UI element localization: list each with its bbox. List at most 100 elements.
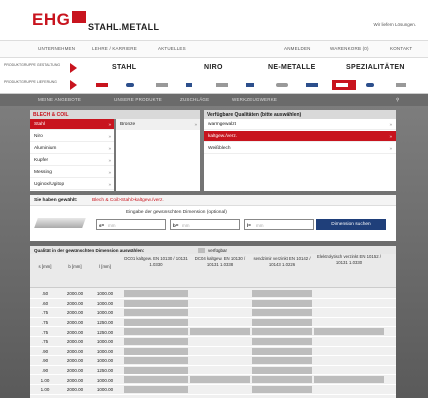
table-row[interactable]: .90 2000.00 1250.00	[30, 366, 396, 376]
nav-link-aktuelles[interactable]: AKTUELLES	[158, 46, 186, 51]
column-header-l: l [mm]	[99, 264, 111, 269]
panel-header: BLECH & COIL	[30, 110, 200, 119]
subnav-zuschlaege[interactable]: ZUSCHLÄGE	[180, 97, 209, 102]
product-icon-hohl[interactable]	[302, 80, 326, 90]
input-prefix: b=	[173, 222, 179, 228]
list-item-niro[interactable]: Niro »	[30, 131, 114, 142]
product-icon-row: PRODUKTGRUPPE LIEFERUNG	[0, 76, 428, 94]
availability-cell[interactable]	[124, 290, 188, 297]
logo-text[interactable]: EHG	[32, 10, 70, 30]
availability-cell[interactable]	[124, 347, 188, 355]
list-item-kaltgew[interactable]: kaltgew./verz. »	[204, 131, 396, 142]
availability-cell[interactable]	[124, 376, 188, 384]
product-icon-traeger[interactable]	[242, 80, 266, 90]
table-row[interactable]: .75 2000.00 1000.00	[30, 308, 396, 318]
table-cell-b: 2000.00	[66, 329, 84, 335]
availability-cell[interactable]	[252, 309, 312, 317]
availability-cell[interactable]	[252, 386, 312, 393]
nav-link-warenkorb[interactable]: WARENKORB (0)	[330, 46, 369, 51]
list-item-aluminium[interactable]: Aluminium »	[30, 143, 114, 154]
product-icon-draht[interactable]	[362, 80, 386, 90]
selection-path[interactable]: Blech & Coil>Stahl>kaltgew./verz.	[92, 198, 164, 203]
availability-cell[interactable]	[124, 318, 188, 326]
sub-navigation: MEINE ANGEBOTE UNSERE PRODUKTE ZUSCHLÄGE…	[0, 94, 428, 106]
arrow-icon	[70, 80, 77, 90]
thickness-input[interactable]: s= mm	[96, 219, 166, 230]
availability-cell[interactable]	[124, 357, 188, 365]
arrow-icon	[70, 63, 77, 73]
table-row[interactable]: .50 2000.00 1000.00	[30, 289, 396, 299]
table-row[interactable]: 1.00 2000.00 1000.00	[30, 375, 396, 385]
availability-cell[interactable]	[124, 328, 188, 336]
tab-niro[interactable]: NIRO	[204, 64, 223, 71]
product-icon-winkel[interactable]	[182, 80, 206, 90]
chevron-right-icon: »	[108, 122, 111, 127]
list-item-warmgewalzt[interactable]: warmgewalzt »	[204, 119, 396, 130]
availability-cell[interactable]	[124, 309, 188, 317]
list-item-kupfer[interactable]: Kupfer »	[30, 155, 114, 166]
width-input[interactable]: b= mm	[170, 219, 240, 230]
table-row[interactable]: .90 2000.00 1000.00	[30, 347, 396, 357]
availability-cell[interactable]	[252, 347, 312, 355]
product-icon-profil[interactable]	[212, 80, 236, 90]
product-icon-sonstiges[interactable]	[392, 80, 416, 90]
tab-spezialitaeten[interactable]: SPEZIALITÄTEN	[346, 64, 405, 71]
subnav-werkzeugwerke[interactable]: WERKZEUGWERKE	[232, 97, 277, 102]
product-icon-rund[interactable]	[122, 80, 146, 90]
list-item-label: Bronze	[120, 122, 136, 127]
beam-icon	[246, 83, 254, 87]
availability-cell[interactable]	[190, 376, 250, 384]
table-row[interactable]: .75 2000.00 1000.00	[30, 337, 396, 347]
tab-ne-metalle[interactable]: NE-METALLE	[268, 64, 316, 71]
flat-bar-icon	[156, 83, 168, 87]
availability-cell[interactable]	[190, 328, 250, 336]
product-icon-coil-selected[interactable]	[332, 80, 356, 90]
tab-stahl[interactable]: STAHL	[112, 64, 136, 71]
table-cell-b: 2000.00	[66, 319, 84, 325]
dimension-search-button[interactable]: Dimension suchen	[316, 219, 386, 230]
availability-cell[interactable]	[252, 366, 312, 374]
list-item-uginox[interactable]: Uginox/Ugitop »	[30, 179, 114, 190]
availability-cell[interactable]	[252, 328, 312, 336]
list-item-label: Messing	[34, 170, 52, 175]
product-icon-flach[interactable]	[152, 80, 176, 90]
product-icon-rohr[interactable]	[272, 80, 296, 90]
column-header-sendzimir: sendzimir verzinkt EN 10142 / 10143 1.02…	[253, 256, 311, 267]
nav-link-anmelden[interactable]: ANMELDEN	[284, 46, 311, 51]
list-item-stahl[interactable]: Stahl »	[30, 119, 114, 130]
availability-cell[interactable]	[314, 376, 384, 384]
nav-link-kontakt[interactable]: KONTAKT	[390, 46, 412, 51]
availability-cell[interactable]	[124, 299, 188, 307]
availability-cell[interactable]	[124, 386, 188, 393]
list-item-label: Niro	[34, 134, 43, 139]
table-row[interactable]: .60 2000.00 1000.00	[30, 299, 396, 309]
availability-cell[interactable]	[252, 299, 312, 307]
nav-link-karriere[interactable]: LEHRE / KARRIERE	[92, 46, 137, 51]
list-item-label: Weißblech	[208, 146, 231, 151]
product-icon-blech[interactable]	[92, 80, 116, 90]
availability-cell[interactable]	[124, 338, 188, 345]
chevron-right-icon: »	[108, 170, 111, 175]
quality-panel-title: Verfügbare Qualitäten (bitte auswählen)	[207, 111, 302, 118]
availability-cell[interactable]	[252, 290, 312, 297]
subnav-unsere-produkte[interactable]: UNSERE PRODUKTE	[114, 97, 162, 102]
length-input[interactable]: l= mm	[244, 219, 314, 230]
table-row[interactable]: .75 2000.00 1250.00	[30, 327, 396, 337]
availability-cell[interactable]	[124, 366, 188, 374]
table-row[interactable]: .75 2000.00 1250.00	[30, 318, 396, 328]
list-item-weissblech[interactable]: Weißblech »	[204, 143, 396, 154]
table-row[interactable]: 1.00 2000.00 1000.00	[30, 385, 396, 395]
list-item-messing[interactable]: Messing »	[30, 167, 114, 178]
subnav-meine-angebote[interactable]: MEINE ANGEBOTE	[38, 97, 81, 102]
availability-cell[interactable]	[252, 357, 312, 365]
availability-cell[interactable]	[252, 318, 312, 326]
availability-cell[interactable]	[252, 376, 312, 384]
availability-cell[interactable]	[314, 328, 384, 336]
tube-icon	[276, 83, 288, 87]
availability-cell[interactable]	[252, 338, 312, 345]
list-item-bronze[interactable]: Bronze »	[116, 119, 200, 130]
nav-link-unternehmen[interactable]: UNTERNEHMEN	[38, 46, 75, 51]
search-icon[interactable]: ⚲	[396, 97, 400, 103]
table-row[interactable]: .90 2000.00 1000.00	[30, 356, 396, 366]
slogan: Wir liefern Lösungen.	[373, 22, 416, 27]
